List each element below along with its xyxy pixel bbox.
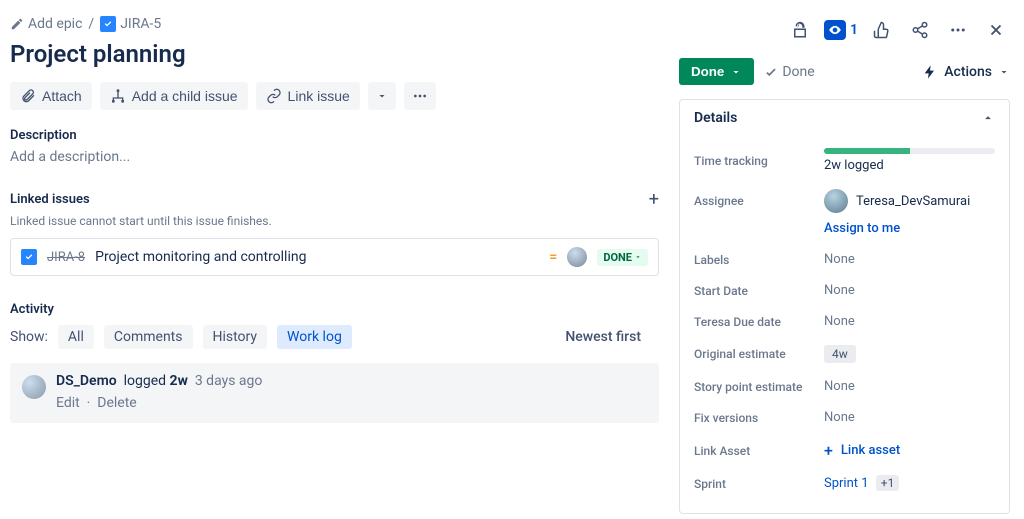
close-icon[interactable]	[982, 16, 1010, 44]
issue-toolbar: Attach Add a child issue Link issue	[10, 82, 659, 110]
worklog-author[interactable]: DS_Demo	[56, 373, 117, 389]
attach-button[interactable]: Attach	[10, 82, 92, 110]
linked-issue-key: JIRA-8	[47, 250, 85, 265]
tab-all[interactable]: All	[58, 325, 94, 349]
tab-history[interactable]: History	[203, 325, 268, 349]
child-issue-icon	[110, 88, 126, 104]
actions-button[interactable]: Actions	[922, 64, 1010, 80]
sort-label: Newest first	[565, 329, 641, 345]
linked-issue-summary: Project monitoring and controlling	[95, 249, 539, 265]
description-label: Description	[10, 128, 659, 143]
field-fix-versions[interactable]: Fix versions None	[694, 402, 995, 433]
chevron-down-icon	[998, 66, 1010, 78]
add-child-button[interactable]: Add a child issue	[100, 82, 248, 110]
issue-key-text: JIRA-5	[120, 16, 161, 32]
breadcrumb: Add epic / JIRA-5	[10, 16, 161, 32]
activity-show-label: Show:	[10, 329, 48, 345]
field-story-points[interactable]: Story point estimate None	[694, 371, 995, 402]
lock-icon[interactable]	[786, 16, 814, 44]
linked-issue-row[interactable]: JIRA-8 Project monitoring and controllin…	[10, 238, 659, 276]
linked-issues-label: Linked issues	[10, 192, 90, 207]
assign-to-me[interactable]: Assign to me	[824, 221, 995, 236]
link-issue-dropdown[interactable]	[368, 82, 396, 110]
add-linked-issue-button[interactable]: +	[649, 189, 659, 210]
task-icon	[100, 16, 116, 32]
sprint-extra[interactable]: +1	[876, 475, 900, 491]
breadcrumb-separator: /	[88, 16, 94, 32]
status-label: Done	[691, 64, 724, 79]
add-epic-link[interactable]: Add epic	[10, 16, 82, 32]
more-actions-button[interactable]	[404, 82, 436, 110]
activity-label: Activity	[10, 302, 659, 317]
more-icon[interactable]	[944, 16, 972, 44]
details-panel: Details Time tracking 2w logged	[679, 99, 1010, 514]
field-time-tracking[interactable]: Time tracking 2w logged	[694, 140, 995, 181]
field-teresa-due[interactable]: Teresa Due date None	[694, 306, 995, 337]
link-asset-button[interactable]: + Link asset	[824, 441, 995, 460]
field-sprint[interactable]: Sprint Sprint 1 +1	[694, 468, 995, 499]
add-epic-label: Add epic	[28, 16, 82, 32]
details-header[interactable]: Details	[680, 100, 1009, 136]
field-original-estimate[interactable]: Original estimate 4w	[694, 337, 995, 371]
field-assignee[interactable]: Assignee Teresa_DevSamurai	[694, 181, 995, 221]
avatar	[22, 375, 46, 399]
watch-button[interactable]: 1	[824, 20, 858, 40]
vote-icon[interactable]	[868, 16, 896, 44]
time-tracking-text: 2w logged	[824, 158, 995, 173]
chevron-up-icon	[981, 111, 995, 125]
field-start-date[interactable]: Start Date None	[694, 275, 995, 306]
field-link-asset[interactable]: Link Asset + Link asset	[694, 433, 995, 468]
status-button[interactable]: Done	[679, 58, 754, 85]
assignee-name: Teresa_DevSamurai	[856, 194, 970, 209]
linked-issues-subtext: Linked issue cannot start until this iss…	[10, 214, 659, 228]
priority-icon: =	[549, 249, 557, 265]
tab-comments[interactable]: Comments	[104, 325, 193, 349]
share-icon[interactable]	[906, 16, 934, 44]
tab-worklog[interactable]: Work log	[277, 325, 352, 349]
pencil-icon	[10, 17, 24, 31]
sprint-link[interactable]: Sprint 1	[824, 476, 869, 491]
worklog-action: logged 2w	[120, 373, 188, 389]
watch-count: 1	[850, 22, 858, 38]
chevron-down-icon	[376, 90, 388, 102]
activity-sort[interactable]: Newest first	[565, 329, 659, 345]
field-labels[interactable]: Labels None	[694, 244, 995, 275]
link-issue-label: Link issue	[288, 88, 350, 104]
link-issue-button[interactable]: Link issue	[256, 82, 360, 110]
bolt-icon	[922, 64, 938, 80]
avatar	[824, 189, 848, 213]
issue-key-link[interactable]: JIRA-5	[100, 16, 161, 32]
details-title: Details	[694, 110, 737, 126]
attach-label: Attach	[42, 88, 82, 104]
task-icon	[21, 249, 37, 265]
actions-label: Actions	[944, 64, 992, 80]
time-tracking-bar	[824, 148, 995, 154]
add-child-label: Add a child issue	[132, 88, 238, 104]
more-icon	[412, 88, 428, 104]
worklog-delete[interactable]: Delete	[97, 395, 136, 411]
status-done-indicator: Done	[764, 64, 814, 80]
plus-icon: +	[824, 441, 833, 460]
worklog-time: 3 days ago	[191, 373, 262, 389]
description-field[interactable]: Add a description...	[10, 149, 659, 165]
eye-icon	[824, 20, 846, 40]
issue-title[interactable]: Project planning	[10, 40, 659, 68]
attachment-icon	[20, 88, 36, 104]
link-icon	[266, 88, 282, 104]
linked-issue-status[interactable]: DONE	[597, 249, 648, 266]
worklog-edit[interactable]: Edit	[56, 395, 80, 411]
worklog-entry: DS_Demo logged 2w 3 days ago Edit · Dele…	[10, 363, 659, 423]
assignee-avatar-icon	[567, 247, 587, 267]
sort-icon	[645, 330, 659, 344]
chevron-down-icon	[730, 66, 742, 78]
